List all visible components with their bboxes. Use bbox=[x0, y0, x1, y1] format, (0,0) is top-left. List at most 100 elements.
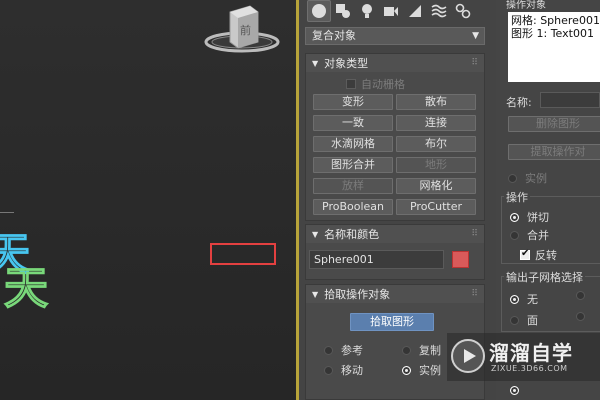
create-icon bbox=[312, 4, 326, 18]
connect-button[interactable]: 连接 bbox=[396, 115, 476, 131]
spacewarp-tab[interactable] bbox=[427, 0, 451, 22]
command-panel-tabs bbox=[299, 0, 489, 22]
result-radio[interactable] bbox=[510, 386, 527, 395]
auto-grid-label: 自动栅格 bbox=[361, 78, 405, 91]
create-tab[interactable] bbox=[307, 0, 331, 22]
invert-highlight-annotation bbox=[210, 243, 276, 265]
drag-handle-icon[interactable]: ⠿ bbox=[471, 58, 478, 68]
copy-radio-dot bbox=[402, 345, 411, 355]
collapse-triangle-icon: ▼ bbox=[312, 58, 319, 68]
category-dropdown-value: 复合对象 bbox=[312, 29, 356, 42]
name-color-header[interactable]: ▼ 名称和颜色 ⠿ bbox=[306, 225, 484, 243]
category-dropdown[interactable]: 复合对象 ▼ bbox=[305, 27, 485, 45]
camera-icon bbox=[384, 7, 398, 16]
auto-grid-checkbox[interactable]: 自动栅格 bbox=[346, 76, 405, 92]
extract-instance-radio[interactable]: 实例 bbox=[508, 170, 547, 186]
object-type-rollout: ▼ 对象类型 ⠿ 自动栅格 变形 散布 一致 连接 水滴网格 布尔 图形合并 地… bbox=[305, 53, 485, 221]
cookie-cutter-dot bbox=[510, 212, 519, 222]
boolean-button[interactable]: 布尔 bbox=[396, 136, 476, 152]
light-icon bbox=[362, 4, 372, 18]
viewcube-label: 前 bbox=[240, 23, 251, 37]
name-color-title: 名称和颜色 bbox=[324, 228, 380, 241]
spacewarp-icon bbox=[431, 4, 447, 18]
viewport[interactable]: 天 天 前 bbox=[0, 0, 298, 400]
move-radio-dot bbox=[324, 365, 333, 375]
pick-operand-header[interactable]: ▼ 拾取操作对象 ⠿ bbox=[306, 285, 484, 303]
copy-radio[interactable]: 复制 bbox=[402, 342, 441, 358]
move-label: 移动 bbox=[341, 364, 363, 377]
reference-radio-dot bbox=[324, 345, 333, 355]
output-vertex-radio[interactable] bbox=[576, 312, 593, 321]
collapse-triangle-icon: ▼ bbox=[312, 229, 319, 239]
move-radio[interactable]: 移动 bbox=[324, 362, 363, 378]
viewport-text-object-2[interactable]: 天 bbox=[3, 252, 48, 316]
extract-instance-label: 实例 bbox=[525, 172, 547, 185]
conform-button[interactable]: 一致 bbox=[313, 115, 393, 131]
extract-operand-button[interactable]: 提取操作对 bbox=[508, 144, 600, 160]
modify-tab[interactable] bbox=[331, 0, 355, 22]
operand-name-field[interactable] bbox=[540, 92, 600, 108]
shapemerge-button[interactable]: 图形合并 bbox=[313, 157, 393, 173]
drag-handle-icon[interactable]: ⠿ bbox=[471, 289, 478, 299]
output-none-radio[interactable]: 无 bbox=[510, 291, 538, 307]
invert-checkbox-box bbox=[520, 248, 530, 260]
viewcube[interactable]: 前 bbox=[202, 2, 282, 58]
blobmesh-button[interactable]: 水滴网格 bbox=[313, 136, 393, 152]
output-none-dot bbox=[510, 294, 519, 304]
result-dot bbox=[510, 386, 519, 395]
play-icon bbox=[451, 339, 485, 373]
drag-handle-icon[interactable]: ⠿ bbox=[471, 229, 478, 239]
output-face-radio[interactable]: 面 bbox=[510, 312, 538, 328]
procutter-button[interactable]: ProCutter bbox=[396, 199, 476, 215]
chevron-down-icon: ▼ bbox=[472, 31, 479, 41]
watermark-logo bbox=[451, 339, 485, 373]
reference-label: 参考 bbox=[341, 344, 363, 357]
merge-radio[interactable]: 合并 bbox=[510, 227, 549, 243]
invert-label: 反转 bbox=[535, 249, 557, 262]
merge-dot bbox=[510, 230, 519, 240]
name-label: 名称: bbox=[506, 96, 532, 109]
helper-icon bbox=[409, 5, 421, 17]
morph-button[interactable]: 变形 bbox=[313, 94, 393, 110]
proboolean-button[interactable]: ProBoolean bbox=[313, 199, 393, 215]
terrain-button[interactable]: 地形 bbox=[396, 157, 476, 173]
cookie-cutter-label: 饼切 bbox=[527, 211, 549, 224]
cookie-cutter-radio[interactable]: 饼切 bbox=[510, 209, 549, 225]
modify-icon bbox=[336, 4, 350, 18]
invert-checkbox[interactable]: 反转 bbox=[520, 247, 557, 263]
viewport-text-object-1[interactable]: 天 bbox=[0, 218, 31, 282]
operand-item[interactable]: 图形 1: Text001 bbox=[511, 27, 600, 40]
instance-radio-dot bbox=[402, 365, 411, 375]
helper-tab[interactable] bbox=[403, 0, 427, 22]
operation-title: 操作 bbox=[504, 189, 530, 205]
delete-shape-button[interactable]: 删除图形 bbox=[508, 116, 600, 132]
axis-tripod bbox=[0, 212, 14, 213]
pick-operand-title: 拾取操作对象 bbox=[324, 288, 391, 301]
object-type-header[interactable]: ▼ 对象类型 ⠿ bbox=[306, 54, 484, 72]
instance-label: 实例 bbox=[419, 364, 441, 377]
output-edge-radio[interactable] bbox=[576, 291, 593, 300]
output-none-label: 无 bbox=[527, 293, 538, 306]
collapse-triangle-icon: ▼ bbox=[312, 289, 319, 299]
camera-tab[interactable] bbox=[379, 0, 403, 22]
object-type-title: 对象类型 bbox=[324, 57, 369, 70]
object-color-swatch[interactable] bbox=[452, 251, 469, 268]
extract-instance-dot bbox=[508, 173, 517, 183]
instance-radio[interactable]: 实例 bbox=[402, 362, 441, 378]
mesher-button[interactable]: 网格化 bbox=[396, 178, 476, 194]
operands-list[interactable]: 网格: Sphere001 图形 1: Text001 bbox=[508, 12, 600, 82]
pick-shape-button[interactable]: 拾取图形 bbox=[350, 313, 434, 331]
watermark: 溜溜自学 ZIXUE.3D66.COM bbox=[447, 333, 600, 381]
loft-button[interactable]: 放样 bbox=[313, 178, 393, 194]
operand-item[interactable]: 网格: Sphere001 bbox=[511, 14, 600, 27]
object-name-field[interactable]: Sphere001 bbox=[309, 250, 444, 269]
output-face-label: 面 bbox=[527, 314, 538, 327]
merge-label: 合并 bbox=[527, 229, 549, 242]
copy-label: 复制 bbox=[419, 344, 441, 357]
output-vertex-dot bbox=[576, 312, 585, 321]
light-tab[interactable] bbox=[355, 0, 379, 22]
reference-radio[interactable]: 参考 bbox=[324, 342, 363, 358]
output-edge-dot bbox=[576, 291, 585, 300]
scatter-button[interactable]: 散布 bbox=[396, 94, 476, 110]
systems-tab[interactable] bbox=[451, 0, 475, 22]
